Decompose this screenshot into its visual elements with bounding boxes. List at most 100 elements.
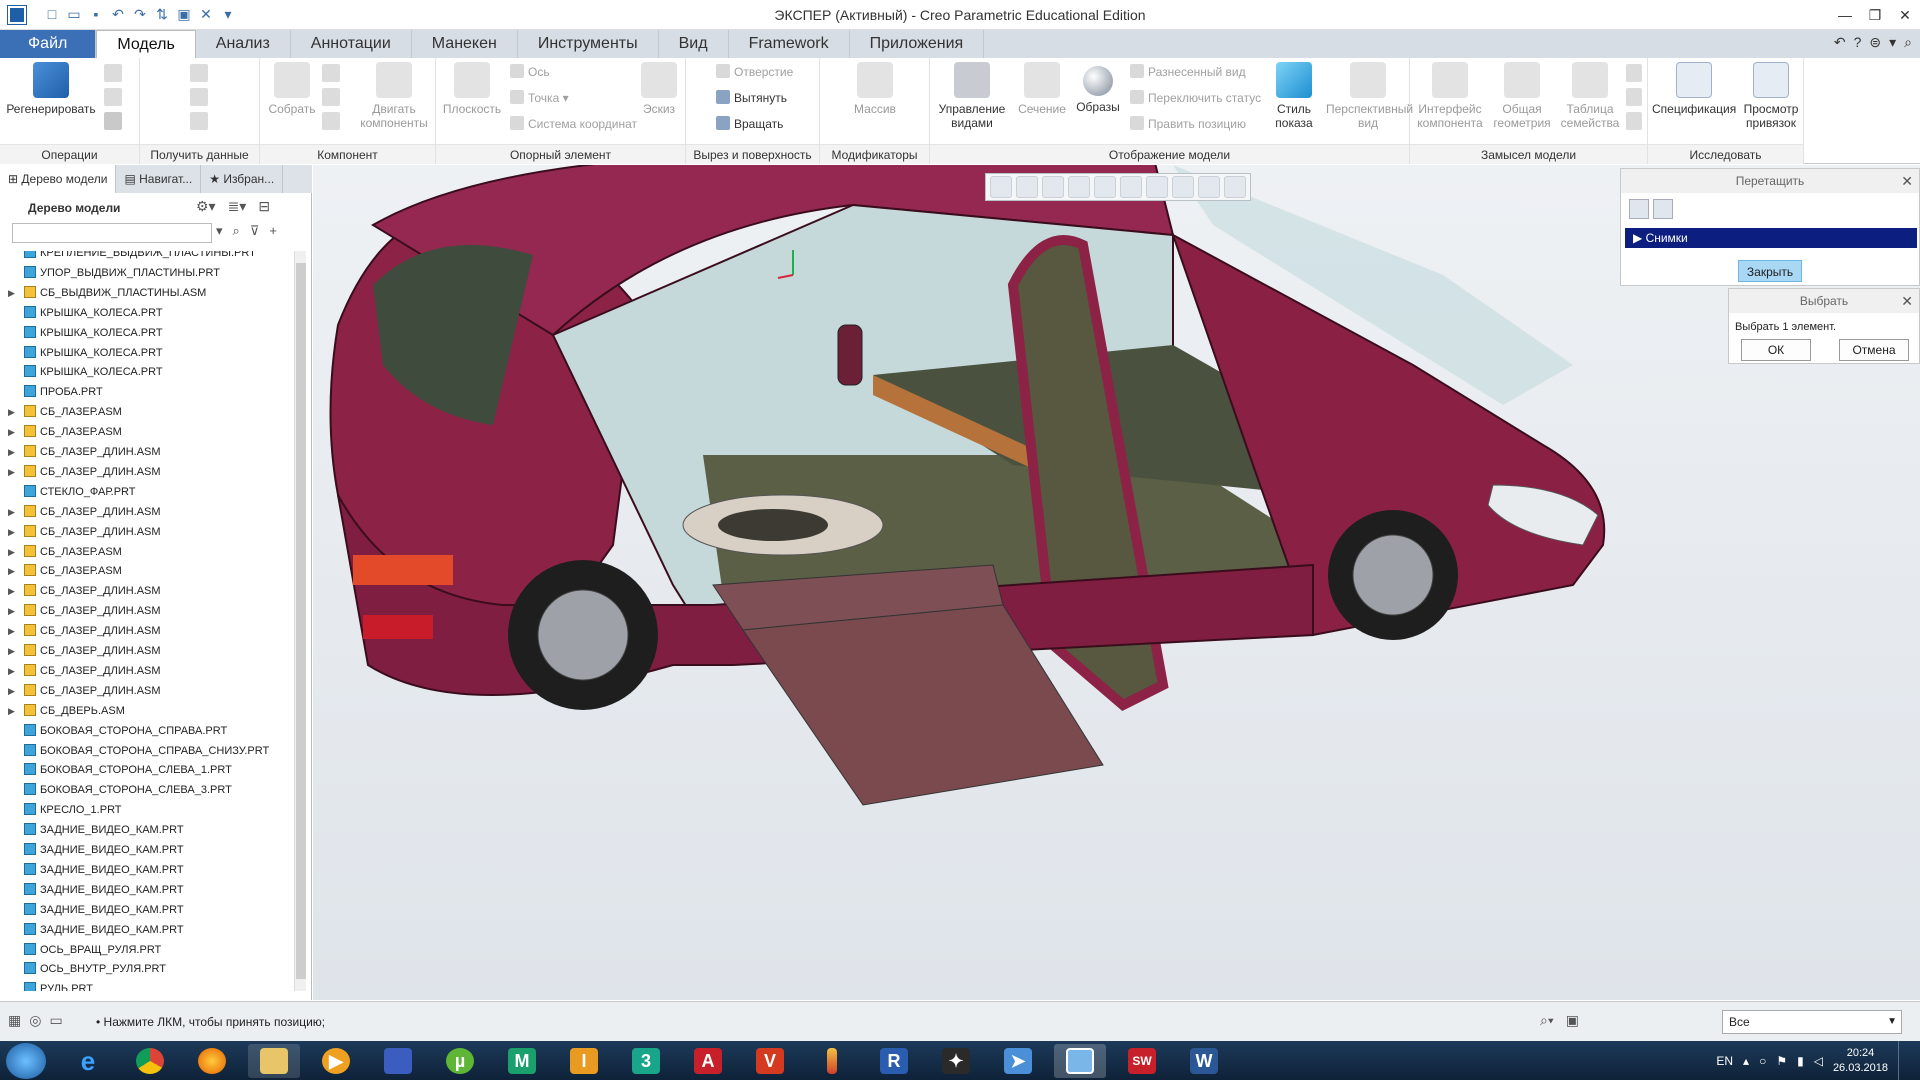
autocad-taskbar-button[interactable]: A	[682, 1044, 734, 1078]
refit-icon[interactable]	[990, 176, 1012, 198]
tree-item[interactable]: ▶ СБ_ЛАЗЕР.ASM	[8, 402, 122, 422]
group-label-get-data[interactable]: Получить данные	[140, 144, 259, 164]
group-label-datum[interactable]: Опорный элемент	[436, 144, 685, 164]
tab-analysis[interactable]: Анализ	[196, 30, 291, 58]
tree-item[interactable]: ПРОБА.PRT	[8, 382, 103, 402]
graphics-viewport[interactable]	[313, 165, 1920, 1000]
search-icon[interactable]: ⌕	[1904, 34, 1912, 51]
tree-item[interactable]: КРЕПЛЕНИЕ_ВЫДВИЖ_ПЛАСТИНЫ.PRT	[8, 251, 256, 263]
add-icon[interactable]: +	[269, 223, 277, 239]
volume-icon[interactable]: ◁	[1814, 1054, 1823, 1068]
tree-item[interactable]: ЗАДНИЕ_ВИДЕО_КАМ.PRT	[8, 840, 184, 860]
expand-arrow-icon[interactable]: ▶	[8, 601, 22, 621]
redo-icon[interactable]: ↷	[130, 4, 150, 24]
expand-arrow-icon[interactable]: ▶	[8, 581, 22, 601]
mirror-component-icon[interactable]	[322, 112, 340, 130]
network-icon[interactable]: ▮	[1797, 1054, 1804, 1068]
pattern-button[interactable]: Массив	[838, 62, 912, 116]
expand-arrow-icon[interactable]: ▶	[8, 283, 22, 303]
tree-item[interactable]: ▶ СБ_ЛАЗЕР_ДЛИН.ASM	[8, 601, 161, 621]
group-label-component[interactable]: Компонент	[260, 144, 435, 164]
snapshots-row[interactable]: ▶ Снимки	[1625, 228, 1917, 248]
group-label-operations[interactable]: Операции	[0, 144, 139, 164]
expand-arrow-icon[interactable]: ▶	[8, 462, 22, 482]
publish-geometry-button[interactable]: Общая геометрия	[1488, 62, 1556, 130]
explorer-taskbar-button[interactable]	[248, 1044, 300, 1078]
tree-item[interactable]: ЗАДНИЕ_ВИДЕО_КАМ.PRT	[8, 900, 184, 920]
family-table-button[interactable]: Таблица семейства	[1556, 62, 1624, 130]
inventor-taskbar-button[interactable]: I	[558, 1044, 610, 1078]
revit-taskbar-button[interactable]: R	[868, 1044, 920, 1078]
toggle-browser-icon[interactable]: ◎	[29, 1012, 41, 1029]
expand-arrow-icon[interactable]: ▶	[8, 561, 22, 581]
new-file-icon[interactable]: □	[42, 4, 62, 24]
flag-icon[interactable]: ⚑	[1776, 1054, 1787, 1068]
pencil-app-taskbar-button[interactable]	[806, 1044, 858, 1078]
perspective-view-button[interactable]: Перспективный вид	[1326, 62, 1413, 130]
back-icon[interactable]: ↶	[1834, 34, 1846, 51]
ok-button[interactable]: ОК	[1741, 339, 1811, 361]
show-desktop-button[interactable]	[1898, 1041, 1910, 1080]
tree-scrollbar-thumb[interactable]	[296, 263, 306, 979]
undo-icon[interactable]: ↶	[108, 4, 128, 24]
chrome-taskbar-button[interactable]	[124, 1044, 176, 1078]
tree-filter-icon[interactable]: ⊟	[258, 198, 270, 215]
3ds-taskbar-button[interactable]: 3	[620, 1044, 672, 1078]
tab-favorites[interactable]: ★ Избран...	[201, 165, 284, 193]
view-references-button[interactable]: Просмотр привязок	[1738, 62, 1804, 130]
expand-arrow-icon[interactable]: ▶	[8, 681, 22, 701]
tree-item[interactable]: ЗАДНИЕ_ВИДЕО_КАМ.PRT	[8, 920, 184, 940]
relations-icon[interactable]	[1626, 64, 1642, 82]
tree-item[interactable]: ▶ СБ_ЛАЗЕР_ДЛИН.ASM	[8, 581, 161, 601]
expand-arrow-icon[interactable]: ▶	[8, 701, 22, 721]
tree-item[interactable]: БОКОВАЯ_СТОРОНА_СЛЕВА_3.PRT	[8, 780, 232, 800]
tab-framework[interactable]: Framework	[729, 30, 850, 58]
edit-position-button[interactable]: Править позицию	[1130, 114, 1246, 134]
customize-qat-icon[interactable]: ▾	[218, 4, 238, 24]
selection-filter-select[interactable]: Все ▼	[1722, 1010, 1902, 1034]
open-file-icon[interactable]: ▭	[64, 4, 84, 24]
paste-icon[interactable]	[104, 88, 122, 106]
tree-item[interactable]: БОКОВАЯ_СТОРОНА_СЛЕВА_1.PRT	[8, 760, 232, 780]
tree-item[interactable]: КРЕСЛО_1.PRT	[8, 800, 122, 820]
manage-views-button[interactable]: Управление видами	[934, 62, 1010, 130]
copy-icon[interactable]	[104, 64, 122, 82]
dropdown-icon[interactable]: ▾	[1889, 34, 1896, 51]
tree-item[interactable]: ▶ СБ_ЛАЗЕР_ДЛИН.ASM	[8, 522, 161, 542]
expand-arrow-icon[interactable]: ▶	[8, 542, 22, 562]
tab-annotations[interactable]: Аннотации	[291, 30, 412, 58]
start-button[interactable]	[6, 1043, 46, 1079]
group-label-modifiers[interactable]: Модификаторы	[820, 144, 929, 164]
drag-components-button[interactable]: Двигать компоненты	[354, 62, 434, 130]
tab-navigator[interactable]: ▤ Навигат...	[116, 165, 202, 193]
minimize-icon[interactable]: —	[1830, 0, 1860, 30]
tree-item[interactable]: КРЫШКА_КОЛЕСА.PRT	[8, 303, 163, 323]
search-dropdown-icon[interactable]: ▾	[216, 223, 223, 239]
zoom-out-icon[interactable]	[1042, 176, 1064, 198]
expand-arrow-icon[interactable]: ▶	[8, 402, 22, 422]
drag-dialog-close-icon[interactable]: ✕	[1901, 169, 1913, 193]
point-button[interactable]: Точка ▾	[510, 88, 569, 108]
firefox-taskbar-button[interactable]	[186, 1044, 238, 1078]
media-player-taskbar-button[interactable]: ▶	[310, 1044, 362, 1078]
extrude-button[interactable]: Вытянуть	[716, 88, 787, 108]
component-interface-button[interactable]: Интерфейс компонента	[1414, 62, 1486, 130]
tree-item[interactable]: ▶ СБ_ЛАЗЕР.ASM	[8, 561, 122, 581]
tray-expand-icon[interactable]: ▴	[1743, 1054, 1749, 1068]
sketch-button[interactable]: Эскиз	[634, 62, 684, 116]
tree-search-input[interactable]	[12, 223, 212, 243]
close-window-icon[interactable]: ✕	[196, 4, 216, 24]
tree-item[interactable]: ▶ СБ_ЛАЗЕР_ДЛИН.ASM	[8, 621, 161, 641]
help-icon[interactable]: ?	[1854, 34, 1862, 51]
tree-item[interactable]: ▶ СБ_ЛАЗЕР_ДЛИН.ASM	[8, 641, 161, 661]
saved-orientations-icon[interactable]	[1146, 176, 1168, 198]
tab-view[interactable]: Вид	[659, 30, 729, 58]
selection-buffer-icon[interactable]: ▣	[1566, 1012, 1579, 1029]
v-app-taskbar-button[interactable]: V	[744, 1044, 796, 1078]
revolve-button[interactable]: Вращать	[716, 114, 783, 134]
tree-item[interactable]: ▶ СБ_ЛАЗЕР_ДЛИН.ASM	[8, 502, 161, 522]
tree-item[interactable]: ▶ СБ_ДВЕРЬ.ASM	[8, 701, 125, 721]
hole-button[interactable]: Отверстие	[716, 62, 793, 82]
exploded-view-button[interactable]: Разнесенный вид	[1130, 62, 1246, 82]
clock[interactable]: 20:24 26.03.2018	[1833, 1046, 1888, 1076]
